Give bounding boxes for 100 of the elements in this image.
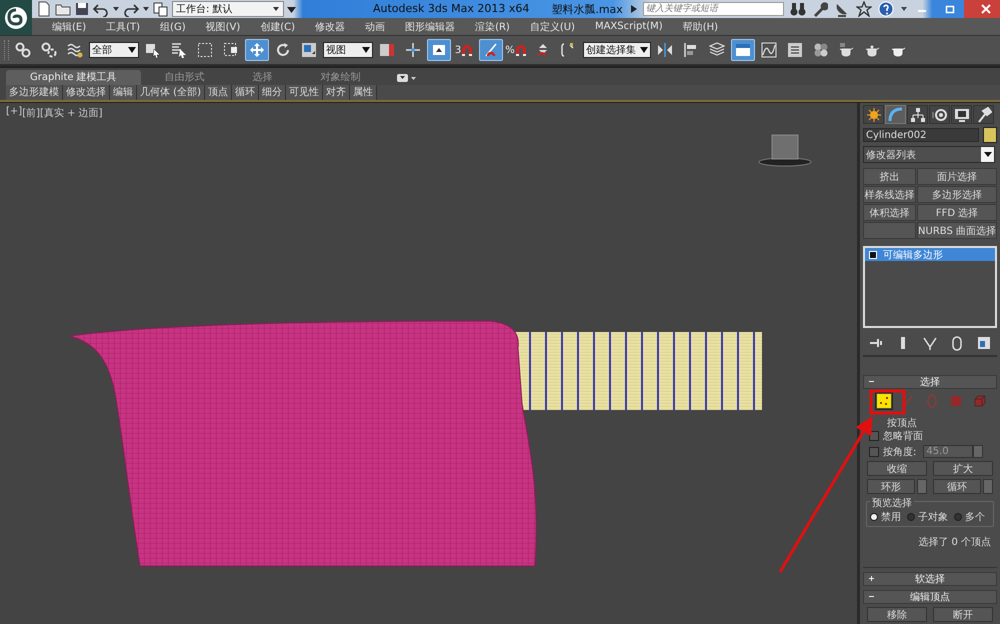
wrench-icon[interactable] [812, 1, 828, 17]
ribbon-panel-tab[interactable]: 多边形建模 [6, 85, 63, 100]
view-cube-icon[interactable] [757, 133, 813, 167]
create-tab[interactable] [863, 105, 884, 124]
menu-item[interactable]: 创建(C) [250, 20, 306, 34]
modifier-button[interactable]: NURBS 曲面选择 [917, 222, 997, 239]
keyboard-override-button[interactable] [427, 39, 451, 61]
align-icon [683, 42, 699, 58]
ribbon-panel-tab[interactable]: 修改选择 [63, 85, 110, 100]
menu-item[interactable]: MAXScript(M) [584, 21, 673, 32]
toolbar-dropdown[interactable]: 创建选择集 [583, 42, 651, 58]
close-button[interactable] [964, 0, 1000, 18]
toolbar-grip[interactable] [4, 40, 9, 60]
ribbon-panel-tab[interactable]: 编辑 [110, 85, 137, 100]
schematic-icon [787, 42, 803, 58]
caret-icon [128, 47, 136, 53]
stack-item[interactable]: 可编辑多边形 [865, 248, 995, 261]
app-logo[interactable] [0, 0, 32, 35]
selection-button[interactable]: 扩大 [933, 461, 993, 476]
menu-item[interactable]: 帮助(H) [672, 20, 728, 34]
ribbon-panel-tab[interactable]: 几何体 (全部) [137, 85, 205, 100]
magnet-button[interactable]: 3 [453, 39, 477, 61]
modifier-button[interactable]: 面片选择 [917, 168, 997, 185]
vertex-edit-button[interactable]: 断开 [933, 607, 993, 622]
hierarchy-tab[interactable] [907, 105, 928, 124]
element-icon [972, 393, 988, 409]
ribbon-panel-tab[interactable]: 循环 [232, 85, 259, 100]
group-title: 预览选择 [870, 496, 914, 510]
pivot-icon [379, 42, 395, 58]
move-button[interactable] [245, 39, 269, 61]
menu-item[interactable]: 组(G) [150, 20, 196, 34]
viewport-label[interactable]: [前] [22, 106, 40, 120]
modifier-list-dropdown[interactable]: 修改器列表 [863, 146, 995, 163]
menu-item[interactable]: 动画 [355, 20, 396, 34]
ribbon-tab[interactable]: 自由形式 [140, 70, 229, 85]
modifier-button[interactable]: FFD 选择 [917, 204, 997, 221]
rollout-header[interactable]: 编辑顶点 [863, 590, 997, 604]
ribbon-tab[interactable]: 选择 [228, 70, 297, 85]
menu-item[interactable]: 渲染(R) [465, 20, 520, 34]
search-field[interactable]: 键入关键字或短语 [642, 2, 784, 16]
ribbon-panel-tab[interactable]: 顶点 [204, 85, 232, 100]
dropdown-value: 全部 [92, 44, 112, 57]
object-name-field[interactable]: Cylinder002 [863, 128, 979, 142]
ribbon-panel-tab[interactable]: 细分 [258, 85, 286, 100]
expand-arrow-icon[interactable] [630, 5, 637, 13]
radio-button[interactable] [870, 513, 878, 521]
menu-item[interactable]: 视图(V) [196, 20, 250, 34]
caret-icon [396, 74, 417, 82]
ribbon-toggle-button[interactable] [731, 39, 755, 61]
configure-icon[interactable] [976, 335, 992, 351]
radio-button[interactable] [907, 513, 915, 521]
selection-button[interactable]: 循环 [933, 479, 981, 494]
save-icon[interactable] [74, 1, 90, 17]
viewport-label[interactable]: [真实 + 边面] [40, 106, 103, 120]
file-name: 塑料水瓢.max [551, 2, 623, 16]
checkbox-label: 忽略背面 [883, 430, 923, 442]
app-title: Autodesk 3ds Max 2013 x64 [373, 2, 530, 16]
help-icon[interactable] [878, 1, 894, 17]
rollout-header[interactable]: 软选择 [863, 572, 997, 586]
toolbar-dropdown[interactable]: 视图 [323, 42, 373, 58]
motion-tab[interactable] [929, 105, 950, 124]
selection-button[interactable]: 环形 [867, 479, 915, 494]
workspace-dropdown[interactable]: 工作台: 默认 [172, 1, 284, 17]
vertex-edit-button[interactable]: 移除 [867, 607, 927, 622]
select-object-icon [145, 42, 161, 58]
menu-item[interactable]: 图形编辑器 [395, 20, 466, 34]
object-color-swatch[interactable] [983, 127, 997, 143]
ribbon-tab[interactable]: Graphite 建模工具 [6, 70, 141, 85]
modifier-button[interactable]: 挤出 [863, 168, 916, 185]
menu-item[interactable]: 编辑(E) [42, 20, 96, 34]
vertex-level-button[interactable] [875, 392, 893, 410]
menu-item[interactable]: 修改器 [305, 20, 356, 34]
modifier-stack[interactable]: 可编辑多边形 [863, 246, 997, 328]
ribbon-tab[interactable]: 对象绘制 [296, 70, 385, 85]
modifier-button[interactable]: 多边形选择 [917, 186, 997, 203]
modifier-button[interactable]: 体积选择 [863, 204, 916, 221]
move-icon [249, 42, 265, 58]
menu-item[interactable]: 工具(T) [96, 20, 150, 34]
satellite-dish-icon[interactable] [834, 1, 850, 17]
project-folder-icon[interactable] [153, 1, 169, 17]
angle-snap-button[interactable] [479, 39, 503, 61]
rollout-header[interactable]: 选择 [863, 375, 997, 389]
checkbox[interactable] [869, 446, 879, 456]
binoculars-icon[interactable] [790, 1, 806, 17]
option-label: 按顶点 [887, 416, 917, 430]
star-icon[interactable] [856, 1, 872, 17]
ribbon-panel-tab[interactable]: 可见性 [286, 85, 323, 100]
ribbon-panel-tab[interactable]: 属性 [350, 85, 377, 100]
modifier-button[interactable]: 样条线选择 [863, 186, 916, 203]
radio-button[interactable] [954, 513, 962, 521]
utilities-tab[interactable] [973, 105, 994, 124]
selection-button[interactable]: 收缩 [867, 461, 927, 476]
magnet-button[interactable]: % [505, 39, 529, 61]
ribbon-options-button[interactable] [396, 74, 417, 82]
crosshair-icon [405, 42, 421, 58]
toolbar-dropdown[interactable]: 全部 [89, 42, 139, 58]
menu-item[interactable]: 自定义(U) [520, 20, 585, 34]
ribbon-panel-tab[interactable]: 对齐 [322, 85, 350, 100]
display-tab[interactable] [951, 105, 972, 124]
viewport-label[interactable]: [+] [6, 106, 22, 120]
